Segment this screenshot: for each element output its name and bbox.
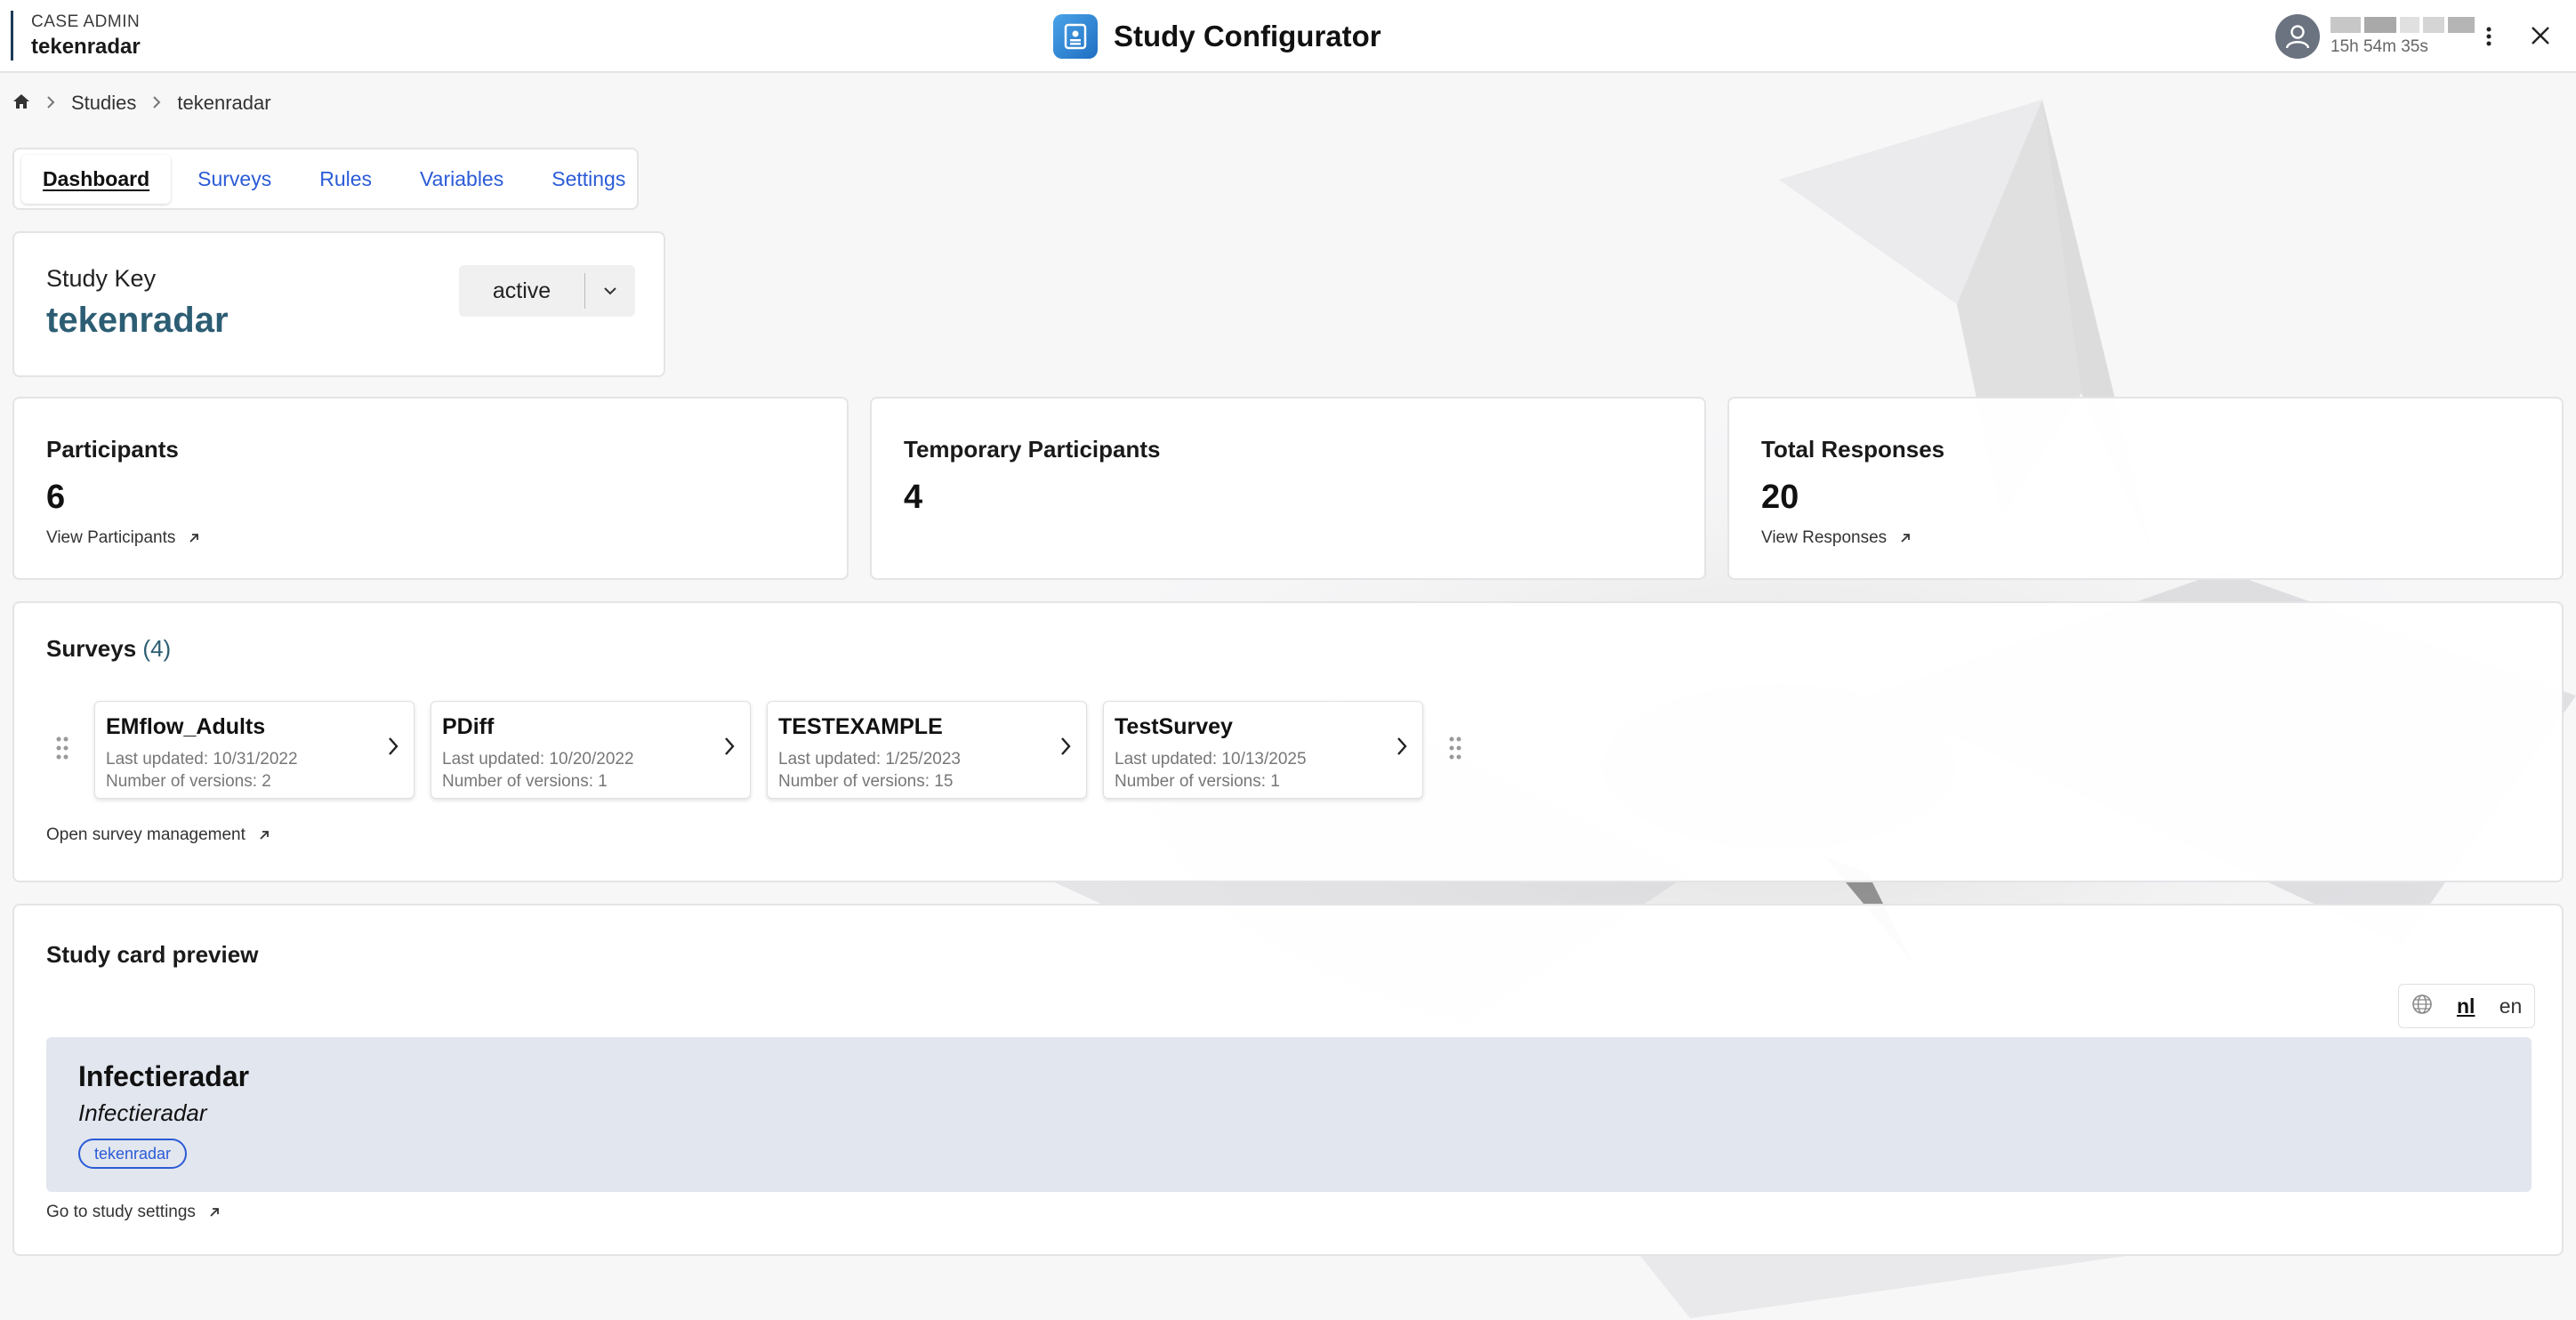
user-name-redacted xyxy=(2330,16,2475,34)
survey-version-count: Number of versions: 15 xyxy=(778,772,954,791)
view-responses-link[interactable]: View Responses xyxy=(1761,528,1912,548)
language-option-nl[interactable]: nl xyxy=(2457,994,2475,1018)
temporary-participants-title: Temporary Participants xyxy=(904,436,1161,463)
chevron-down-icon[interactable] xyxy=(585,286,635,295)
scroll-left-handle-icon[interactable] xyxy=(55,735,73,763)
surveys-count: (4) xyxy=(142,635,172,662)
survey-version-count: Number of versions: 1 xyxy=(442,772,608,791)
survey-card-testexample[interactable]: TESTEXAMPLE Last updated: 1/25/2023 Numb… xyxy=(767,701,1087,799)
study-configurator-icon xyxy=(1053,14,1098,59)
user-avatar-icon[interactable] xyxy=(2275,14,2320,59)
survey-name: TestSurvey xyxy=(1115,714,1233,739)
study-card-subtitle: Infectieradar xyxy=(78,1099,207,1126)
total-responses-card: Total Responses 20 View Responses xyxy=(1727,397,2564,580)
app-title: Study Configurator xyxy=(1053,14,1381,59)
survey-meta: Last updated: 10/13/2025 Number of versi… xyxy=(1115,748,1307,793)
user-meta: 15h 54m 35s xyxy=(2330,16,2475,57)
survey-last-updated: Last updated: 1/25/2023 xyxy=(778,750,961,769)
go-to-study-settings-label: Go to study settings xyxy=(46,1203,196,1221)
app-title-label: Study Configurator xyxy=(1114,20,1381,52)
survey-version-count: Number of versions: 2 xyxy=(106,772,271,791)
chevron-right-icon xyxy=(389,737,398,755)
survey-card-emflow-adults[interactable]: EMflow_Adults Last updated: 10/31/2022 N… xyxy=(94,701,415,799)
tab-surveys[interactable]: Surveys xyxy=(176,155,293,204)
study-key-card: Study Key tekenradar active xyxy=(12,231,665,377)
survey-meta: Last updated: 10/20/2022 Number of versi… xyxy=(442,748,634,793)
external-arrow-icon xyxy=(210,1208,219,1217)
survey-last-updated: Last updated: 10/13/2025 xyxy=(1115,750,1307,769)
chevron-right-icon xyxy=(1397,737,1407,755)
total-responses-count: 20 xyxy=(1761,479,1799,516)
chevron-right-icon xyxy=(152,92,161,115)
participants-count: 6 xyxy=(46,479,66,516)
study-card-title: Infectieradar xyxy=(78,1060,250,1092)
surveys-card: Surveys (4) EMflow_Adults Last updated: … xyxy=(12,601,2564,882)
survey-meta: Last updated: 10/31/2022 Number of versi… xyxy=(106,748,298,793)
surveys-title-label: Surveys xyxy=(46,635,137,662)
study-card: Infectieradar Infectieradar tekenradar xyxy=(46,1037,2532,1192)
instance-tag: CASE ADMIN xyxy=(31,12,141,31)
study-card-tag: tekenradar xyxy=(78,1139,188,1169)
total-responses-title: Total Responses xyxy=(1761,436,1945,463)
study-status-select[interactable]: active xyxy=(459,265,635,317)
breadcrumb-current: tekenradar xyxy=(177,92,271,114)
chevron-right-icon xyxy=(1061,737,1071,755)
breadcrumb-studies[interactable]: Studies xyxy=(71,92,136,115)
survey-name: PDiff xyxy=(442,714,495,739)
study-key-value: tekenradar xyxy=(46,301,229,340)
go-to-study-settings-link[interactable]: Go to study settings xyxy=(46,1203,221,1222)
chevron-right-icon xyxy=(725,737,735,755)
external-arrow-icon xyxy=(260,831,269,840)
participants-title: Participants xyxy=(46,436,179,463)
user-menu[interactable]: 15h 54m 35s xyxy=(2275,12,2475,60)
globe-icon xyxy=(2411,994,2433,1019)
view-participants-link[interactable]: View Participants xyxy=(46,528,200,548)
instance-name: tekenradar xyxy=(31,35,141,59)
tab-dashboard[interactable]: Dashboard xyxy=(21,154,172,204)
chevron-right-icon xyxy=(46,92,55,115)
tab-variables[interactable]: Variables xyxy=(398,155,525,204)
surveys-title: Surveys (4) xyxy=(46,635,171,663)
instance-label: CASE ADMIN tekenradar xyxy=(11,11,141,60)
survey-last-updated: Last updated: 10/31/2022 xyxy=(106,750,298,769)
survey-card-pdiff[interactable]: PDiff Last updated: 10/20/2022 Number of… xyxy=(431,701,751,799)
participants-card: Participants 6 View Participants xyxy=(12,397,849,580)
tab-bar: Dashboard Surveys Rules Variables Settin… xyxy=(12,148,639,210)
view-responses-label: View Responses xyxy=(1761,528,1888,547)
survey-card-testsurvey[interactable]: TestSurvey Last updated: 10/13/2025 Numb… xyxy=(1103,701,1423,799)
survey-meta: Last updated: 1/25/2023 Number of versio… xyxy=(778,748,961,793)
view-participants-label: View Participants xyxy=(46,528,176,547)
language-switcher: nl en xyxy=(2398,984,2535,1028)
breadcrumb: Studies tekenradar xyxy=(12,89,271,117)
survey-version-count: Number of versions: 1 xyxy=(1115,772,1280,791)
more-options-icon[interactable] xyxy=(2476,20,2501,53)
study-status-value: active xyxy=(492,278,551,303)
home-icon[interactable] xyxy=(12,92,30,115)
open-survey-management-link[interactable]: Open survey management xyxy=(46,825,270,845)
preview-title: Study card preview xyxy=(46,941,259,968)
scroll-right-handle-icon[interactable] xyxy=(1448,735,1466,763)
temporary-participants-count: 4 xyxy=(904,479,923,516)
top-bar: CASE ADMIN tekenradar Study Configurator xyxy=(0,0,2576,73)
session-timer: 15h 54m 35s xyxy=(2330,37,2428,56)
tab-settings[interactable]: Settings xyxy=(530,155,647,204)
open-survey-management-label: Open survey management xyxy=(46,825,246,844)
external-arrow-icon xyxy=(1901,534,1911,543)
external-arrow-icon xyxy=(189,534,199,543)
temporary-participants-card: Temporary Participants 4 xyxy=(870,397,1706,580)
tab-rules[interactable]: Rules xyxy=(298,155,393,204)
language-option-en[interactable]: en xyxy=(2500,994,2523,1018)
survey-name: TESTEXAMPLE xyxy=(778,714,943,739)
survey-name: EMflow_Adults xyxy=(106,714,266,739)
study-key-label: Study Key xyxy=(46,265,157,292)
study-card-preview: Study card preview nl en Infectieradar I… xyxy=(12,904,2564,1256)
close-icon[interactable] xyxy=(2523,18,2558,53)
survey-last-updated: Last updated: 10/20/2022 xyxy=(442,750,634,769)
